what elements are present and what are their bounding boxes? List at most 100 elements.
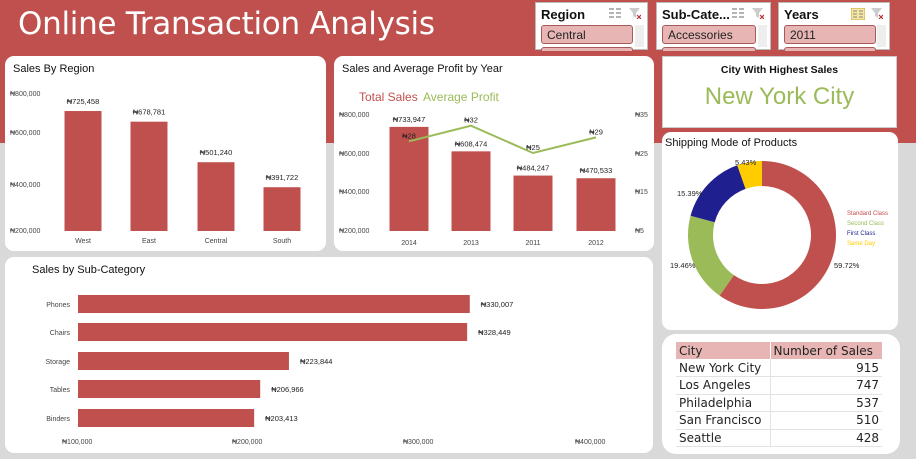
y-tick-left: ₦600,000 [339, 151, 369, 158]
table-header-row: City Number of Sales [676, 342, 882, 359]
table-row: San Francisco 510 [676, 411, 882, 430]
count-cell: 747 [769, 376, 882, 395]
slicer-item-next[interactable] [541, 47, 633, 51]
x-tick: ₦100,000 [62, 439, 92, 446]
x-tick: 2011 [525, 240, 540, 247]
clear-filter-icon[interactable] [871, 8, 883, 19]
y-tick-right: ₦25 [635, 151, 648, 158]
bar [78, 380, 261, 398]
slicer-title-region: Region [541, 7, 586, 22]
shipping-mode-card: Shipping Mode of Products 59.72% Standard… [662, 132, 898, 330]
slicer-scrollbar[interactable] [635, 25, 644, 47]
city-sales-table-card: City Number of Sales New York City 915 Lo… [662, 334, 900, 454]
legend-entry: First Class [847, 231, 875, 237]
line-data-label: ₦29 [589, 127, 603, 136]
slicer-item-next[interactable] [662, 47, 756, 51]
slicer-item-next[interactable] [784, 47, 876, 51]
sales-by-region-card: Sales By Region ₦800,000 ₦600,000 ₦400,0… [5, 56, 326, 251]
slicer-item-accessories[interactable]: Accessories [662, 25, 756, 44]
bar [78, 352, 289, 370]
y-tick: ₦200,000 [10, 228, 40, 235]
x-tick: Central [205, 238, 228, 245]
x-tick: 2013 [463, 240, 479, 247]
subcategory-slicer[interactable]: Sub-Cate... Accessories [656, 2, 771, 51]
legend-total-sales: Total Sales [359, 90, 418, 104]
x-tick: 2012 [588, 240, 604, 247]
bar [130, 121, 168, 231]
legend-entry: Standard Class [847, 211, 888, 217]
bar [263, 187, 301, 231]
series-line-average-profit [408, 124, 597, 155]
data-label: ₦608,474 [455, 139, 488, 148]
slicer-item-2011[interactable]: 2011 [784, 25, 876, 44]
sales-by-region-chart: ₦800,000 ₦600,000 ₦400,000 ₦200,000 ₦725… [10, 91, 301, 245]
data-label: ₦328,449 [478, 328, 511, 337]
y-tick: Chairs [50, 330, 71, 337]
city-cell: San Francisco [676, 411, 771, 430]
line-data-label: ₦25 [526, 143, 540, 152]
kpi-value: New York City [704, 83, 855, 110]
slice-label: 59.72% [834, 261, 860, 270]
data-label: ₦484,247 [517, 164, 550, 173]
years-slicer[interactable]: Years 2011 [778, 2, 890, 51]
city-cell: New York City [676, 359, 771, 377]
y-tick-right: ₦35 [635, 112, 648, 119]
y-tick: ₦600,000 [10, 130, 40, 137]
multi-select-icon[interactable] [609, 8, 621, 19]
data-label: ₦470,533 [580, 166, 613, 175]
slice-label: 5.43% [735, 158, 757, 167]
bar [78, 409, 255, 427]
data-label: ₦733,947 [393, 115, 426, 124]
legend-average-profit: Average Profit [423, 90, 499, 104]
y-tick: Phones [46, 302, 70, 309]
column-header-city: City [676, 342, 771, 359]
count-cell: 510 [769, 411, 882, 430]
x-tick: ₦300,000 [403, 439, 433, 446]
y-tick-right: ₦5 [635, 228, 644, 235]
multi-select-icon[interactable] [851, 8, 865, 20]
slicer-scrollbar[interactable] [877, 25, 886, 47]
x-tick: East [142, 238, 156, 245]
slicer-scrollbar[interactable] [758, 25, 767, 47]
bar [78, 323, 468, 341]
x-tick: South [273, 238, 291, 245]
bar [389, 126, 429, 231]
legend-entry: Same Day [847, 241, 875, 247]
region-slicer[interactable]: Region Central [535, 2, 648, 51]
shipping-donut-chart: 59.72% Standard Class 19.46% Second Class 15… [670, 158, 888, 309]
sales-by-subcategory-chart: ₦100,000 ₦200,000 ₦300,000 ₦400,000 ₦330… [45, 295, 605, 446]
city-cell: Seattle [676, 429, 771, 447]
y-tick-left: ₦200,000 [339, 228, 369, 235]
clear-filter-icon[interactable] [629, 8, 641, 19]
legend-entry: Second Class [847, 221, 884, 227]
x-tick: West [75, 238, 91, 245]
y-tick-left: ₦800,000 [339, 112, 369, 119]
slicer-title-years: Years [784, 7, 819, 22]
table-row: New York City 915 [676, 359, 882, 377]
y-tick: Binders [46, 416, 70, 423]
y-tick: ₦800,000 [10, 91, 40, 98]
y-tick-left: ₦400,000 [339, 189, 369, 196]
dashboard-title: Online Transaction Analysis [18, 6, 435, 42]
slicer-item-central[interactable]: Central [541, 25, 633, 44]
bar [451, 151, 491, 231]
data-label: ₦223,844 [300, 357, 333, 366]
table-row: Seattle 428 [676, 429, 882, 447]
y-tick: Storage [45, 359, 70, 366]
bar [513, 175, 553, 231]
data-label: ₦330,007 [481, 300, 514, 309]
y-tick-right: ₦15 [635, 189, 648, 196]
donut-slice [688, 215, 734, 296]
city-sales-table: City Number of Sales New York City 915 Lo… [676, 342, 882, 447]
bar [78, 295, 470, 313]
clear-filter-icon[interactable] [752, 8, 764, 19]
table-row: Philadelphia 537 [676, 394, 882, 412]
data-label: ₦206,966 [271, 385, 304, 394]
table-row: Los Angeles 747 [676, 376, 882, 395]
column-header-number-of-sales: Number of Sales [769, 342, 882, 359]
multi-select-icon[interactable] [732, 8, 744, 19]
x-tick: ₦400,000 [575, 439, 605, 446]
highest-sales-city-card: City With Highest Sales New York City [662, 56, 897, 128]
slice-label: 19.46% [670, 261, 696, 270]
sales-profit-year-chart: Total Sales Average Profit ₦800,000 ₦600… [339, 90, 648, 247]
